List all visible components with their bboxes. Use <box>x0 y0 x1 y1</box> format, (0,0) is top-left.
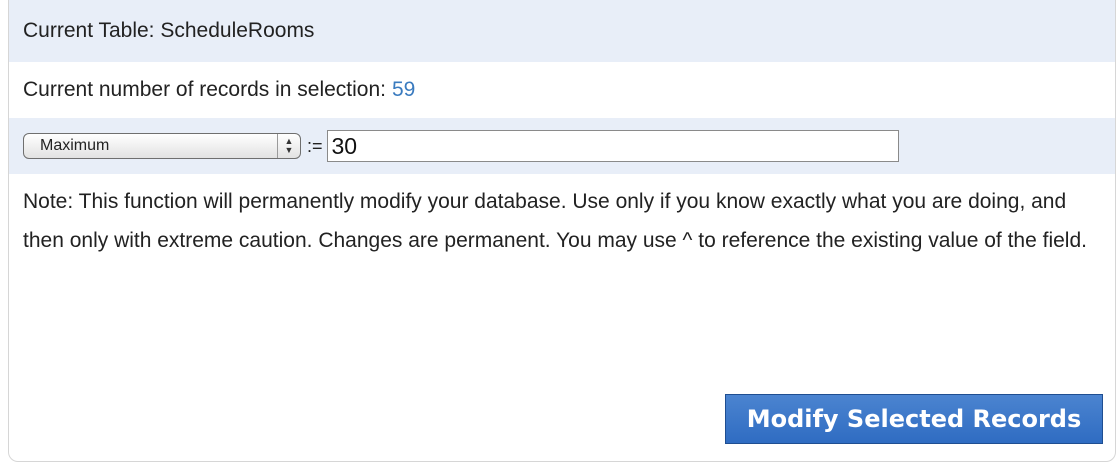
field-select[interactable]: Maximum ▲ ▼ <box>23 133 301 159</box>
current-table-row: Current Table: ScheduleRooms <box>9 0 1115 62</box>
field-edit-row: Maximum ▲ ▼ := <box>9 118 1115 174</box>
record-count-value: 59 <box>392 78 416 101</box>
current-table-label: Current Table: ScheduleRooms <box>23 19 315 42</box>
field-select-value: Maximum <box>40 137 110 154</box>
assign-operator: := <box>307 135 323 156</box>
modify-records-panel: Current Table: ScheduleRooms Current num… <box>8 0 1116 462</box>
record-count-label: Current number of records in selection: <box>23 78 386 101</box>
up-down-arrows-icon: ▲ ▼ <box>277 134 300 158</box>
modify-selected-records-button[interactable]: Modify Selected Records <box>725 394 1103 444</box>
record-count-row: Current number of records in selection: … <box>9 62 1115 118</box>
field-value-input[interactable] <box>326 130 899 162</box>
warning-note: Note: This function will permanently mod… <box>23 190 1087 252</box>
